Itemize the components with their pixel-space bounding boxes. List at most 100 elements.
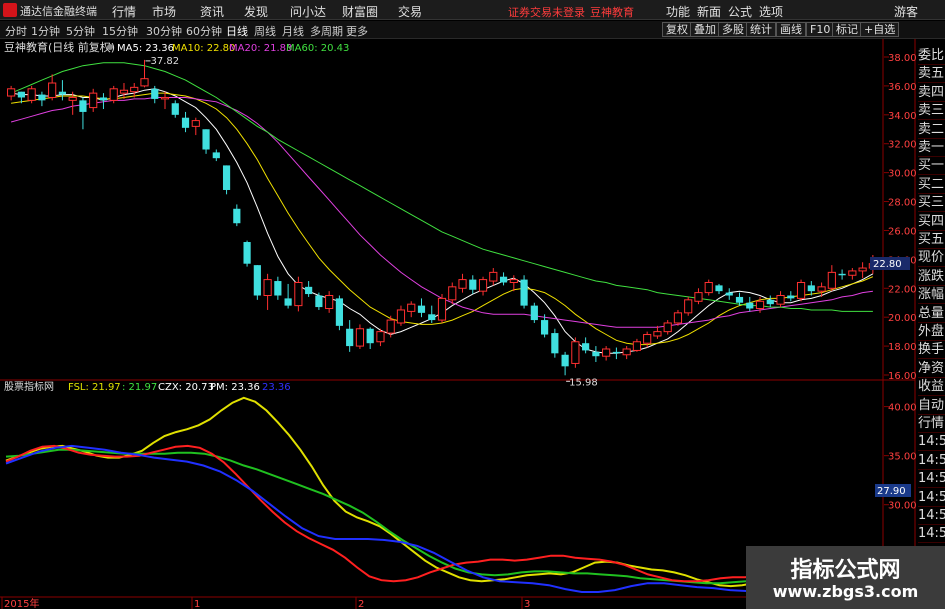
mark-button[interactable]: 标记	[832, 22, 862, 37]
period-toolbar: 分时 1分钟 5分钟 15分钟 30分钟 60分钟 日线 周线 月线 多周期 更…	[0, 21, 945, 39]
candle-body	[160, 96, 170, 100]
candle-body	[807, 285, 815, 292]
sidebar-label: 外盘	[918, 324, 945, 341]
candle-body	[551, 333, 559, 354]
candle-body	[151, 88, 159, 99]
menu-item-assistant[interactable]: 问小达	[290, 3, 326, 20]
sidebar-label: 买五	[918, 232, 945, 249]
menu-item-formula[interactable]: 公式	[728, 3, 752, 20]
adjust-button[interactable]: 复权	[662, 22, 692, 37]
menu-item-quotes[interactable]: 行情	[112, 3, 136, 20]
price-tick-label: 30.00	[888, 169, 917, 180]
candle-body	[17, 91, 25, 98]
candle-body	[212, 152, 220, 159]
sidebar-label: 14:50	[918, 433, 945, 452]
candle-body	[253, 265, 261, 296]
sidebar-label: 14:50	[918, 470, 945, 489]
candle-body	[540, 320, 549, 335]
candle-body	[469, 279, 477, 290]
candle-body	[366, 328, 374, 344]
candle-body	[222, 165, 231, 190]
stats-button[interactable]: 统计	[746, 22, 776, 37]
sidebar-label: 卖三	[918, 103, 945, 121]
date-label: 1	[194, 599, 200, 609]
period-30min[interactable]: 30分钟	[146, 23, 182, 39]
sidebar-label: 现价	[918, 250, 945, 268]
sub-current-value: 27.90	[877, 486, 906, 497]
candle-body	[89, 92, 98, 109]
guest-user[interactable]: 游客	[894, 3, 918, 20]
candle-body	[448, 286, 457, 301]
login-status[interactable]: 证券交易未登录	[508, 4, 585, 20]
candle-body	[725, 292, 733, 296]
settings-dot-icon[interactable]	[107, 44, 113, 50]
candle-body	[796, 281, 806, 299]
menu-item-trade[interactable]: 交易	[398, 3, 422, 20]
menu-item-discover[interactable]: 发现	[244, 3, 268, 20]
price-tick-label: 28.00	[888, 198, 917, 209]
add-watchlist-button[interactable]: +自选	[860, 22, 900, 37]
sidebar-label: 卖一	[918, 140, 945, 157]
sidebar-label: 收益	[918, 379, 945, 397]
watermark-url: www.zbgs3.com	[772, 582, 919, 601]
sub-tick-label: 30.00	[888, 501, 917, 512]
sidebar-label: 涨跌	[918, 268, 945, 286]
high-price-annotation: 37.82	[150, 56, 179, 67]
price-tick-label: 18.00	[888, 342, 917, 353]
menu-item-new-page[interactable]: 新面	[697, 3, 721, 20]
ma20-label: MA20: 21.83	[229, 43, 292, 54]
period-5min[interactable]: 5分钟	[66, 23, 95, 39]
fsl-label: FSL: 21.97	[68, 382, 121, 393]
price-tick-label: 26.00	[888, 226, 917, 237]
draw-line-button[interactable]: 画线	[776, 22, 806, 37]
candle-body	[663, 322, 672, 333]
sub-tick-label: 40.00	[888, 403, 917, 414]
candle-body	[746, 302, 754, 309]
candle-body	[643, 334, 652, 344]
candle-body	[181, 117, 190, 128]
candle-body	[817, 286, 826, 292]
period-daily[interactable]: 日线	[226, 23, 248, 39]
sidebar-label: 14:50	[918, 452, 945, 470]
multi-stock-button[interactable]: 多股	[718, 22, 748, 37]
sidebar-label: 14:50	[918, 507, 945, 525]
candle-body	[233, 208, 241, 224]
date-label: 2	[358, 599, 364, 609]
blue-value-label: 23.36	[262, 382, 291, 393]
menu-item-market[interactable]: 市场	[152, 3, 176, 20]
candle-body	[396, 309, 406, 324]
chart-area[interactable]: 38.0036.0034.0032.0030.0028.0026.0024.00…	[0, 39, 945, 609]
candle-body	[612, 351, 620, 354]
czx-label: CZX: 20.73	[158, 382, 214, 393]
menu-item-news[interactable]: 资讯	[200, 3, 224, 20]
period-more[interactable]: 更多	[346, 23, 368, 39]
sidebar-label: 涨幅	[918, 287, 945, 305]
watermark-title: 指标公式网	[790, 558, 901, 583]
candle-body	[68, 96, 77, 101]
candle-body	[827, 271, 836, 289]
candle-body	[582, 343, 590, 351]
low-price-annotation: 15.98	[569, 377, 598, 388]
candle-body	[38, 94, 46, 101]
sidebar-label: 换手	[918, 342, 945, 360]
period-intraday[interactable]: 分时	[5, 23, 27, 39]
stock-name-status: 豆神教育	[590, 6, 634, 19]
f10-button[interactable]: F10	[806, 22, 835, 37]
period-monthly[interactable]: 月线	[282, 23, 304, 39]
period-multi[interactable]: 多周期	[310, 23, 343, 39]
period-60min[interactable]: 60分钟	[186, 23, 222, 39]
sidebar-label: 买三	[918, 195, 945, 213]
menu-item-options[interactable]: 选项	[759, 3, 783, 20]
overlay-button[interactable]: 叠加	[690, 22, 720, 37]
candle-body	[632, 341, 642, 351]
menu-item-wealth[interactable]: 财富圈	[342, 3, 378, 20]
candle-body	[315, 295, 323, 308]
period-weekly[interactable]: 周线	[254, 23, 276, 39]
candle-body	[274, 281, 282, 296]
candle-body	[858, 267, 867, 272]
period-15min[interactable]: 15分钟	[102, 23, 138, 39]
period-1min[interactable]: 1分钟	[31, 23, 60, 39]
candle-body	[202, 129, 210, 150]
menu-item-functions[interactable]: 功能	[666, 3, 690, 20]
candle-body	[79, 100, 87, 112]
